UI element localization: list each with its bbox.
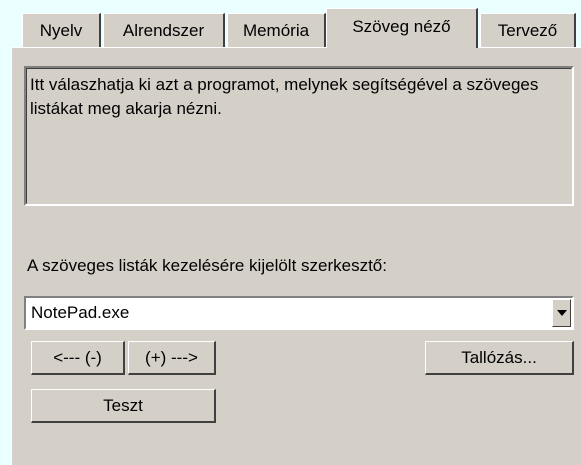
editor-select-value: NotePad.exe: [31, 303, 130, 322]
description-box: Itt válaszhatja ki azt a programot, mely…: [24, 66, 574, 206]
dropdown-button[interactable]: [552, 299, 571, 327]
tab-szoveg-nezo[interactable]: Szöveg néző: [326, 8, 478, 48]
test-button[interactable]: Teszt: [31, 389, 216, 423]
tab-tervezo[interactable]: Tervező: [480, 13, 576, 47]
prev-button[interactable]: <--- (-): [31, 341, 125, 375]
description-text: Itt válaszhatja ki azt a programot, mely…: [26, 68, 572, 204]
tab-alrendszer[interactable]: Alrendszer: [103, 13, 225, 47]
chevron-down-icon: [556, 310, 567, 316]
editor-label: A szöveges listák kezelésére kijelölt sz…: [27, 256, 387, 275]
tab-nyelv[interactable]: Nyelv: [22, 13, 101, 47]
next-button[interactable]: (+) --->: [128, 341, 216, 375]
editor-select[interactable]: NotePad.exe: [24, 296, 574, 330]
browse-button[interactable]: Tallózás...: [425, 341, 574, 375]
tab-memoria[interactable]: Memória: [227, 13, 326, 47]
